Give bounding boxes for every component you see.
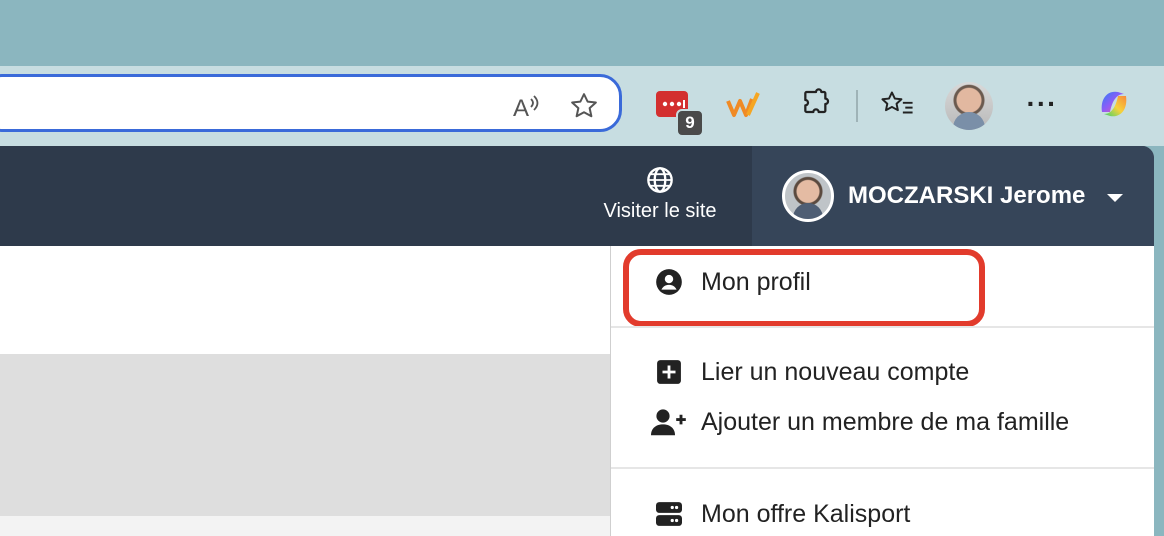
menu-divider — [611, 326, 1154, 328]
address-bar[interactable]: A — [0, 74, 622, 132]
extension-badge: 9 — [676, 109, 704, 137]
user-dropdown-menu: Mon profil Lier un nouveau compte Ajoute… — [610, 246, 1154, 536]
globe-icon — [647, 167, 673, 193]
menu-item-offer[interactable]: Mon offre Kalisport — [651, 494, 910, 534]
browser-profile-avatar[interactable] — [945, 82, 993, 130]
menu-item-profile[interactable]: Mon profil — [651, 262, 811, 302]
menu-item-add-family-label: Ajouter un membre de ma famille — [701, 407, 1070, 436]
menu-item-link-account[interactable]: Lier un nouveau compte — [651, 352, 969, 392]
favorite-star-icon[interactable] — [569, 91, 599, 121]
read-aloud-icon[interactable]: A — [511, 91, 541, 122]
menu-item-profile-label: Mon profil — [701, 267, 811, 296]
user-plus-icon — [651, 407, 687, 437]
browser-tabstrip — [0, 0, 1164, 66]
w-extension-icon[interactable] — [724, 84, 764, 124]
read-aloud-glyph: A — [513, 95, 529, 121]
plus-square-icon — [651, 357, 687, 387]
more-menu-glyph: ··· — [1026, 88, 1058, 119]
toolbar-separator — [856, 90, 858, 122]
visit-site-label: Visiter le site — [603, 200, 717, 222]
site-header: Visiter le site MOCZARSKI Jerome — [0, 146, 1154, 246]
menu-item-link-account-label: Lier un nouveau compte — [701, 357, 970, 386]
menu-item-offer-label: Mon offre Kalisport — [701, 499, 911, 528]
user-circle-icon — [651, 267, 687, 297]
menu-item-add-family[interactable]: Ajouter un membre de ma famille — [651, 402, 1069, 442]
server-icon — [651, 499, 687, 529]
copilot-icon[interactable] — [1094, 84, 1134, 124]
more-menu-icon[interactable]: ··· — [1022, 84, 1062, 124]
user-name[interactable]: MOCZARSKI Jerome — [848, 182, 1085, 210]
caret-down-icon[interactable] — [1107, 194, 1123, 202]
browser-toolbar: A 9 ··· — [0, 66, 1164, 146]
user-avatar[interactable] — [782, 170, 834, 222]
extensions-puzzle-icon[interactable] — [796, 84, 836, 124]
visit-site-link[interactable]: Visiter le site — [590, 166, 730, 223]
menu-divider — [611, 467, 1154, 469]
website-content: Visiter le site MOCZARSKI Jerome Mon pro… — [0, 146, 1154, 536]
favorites-icon[interactable] — [878, 84, 918, 124]
